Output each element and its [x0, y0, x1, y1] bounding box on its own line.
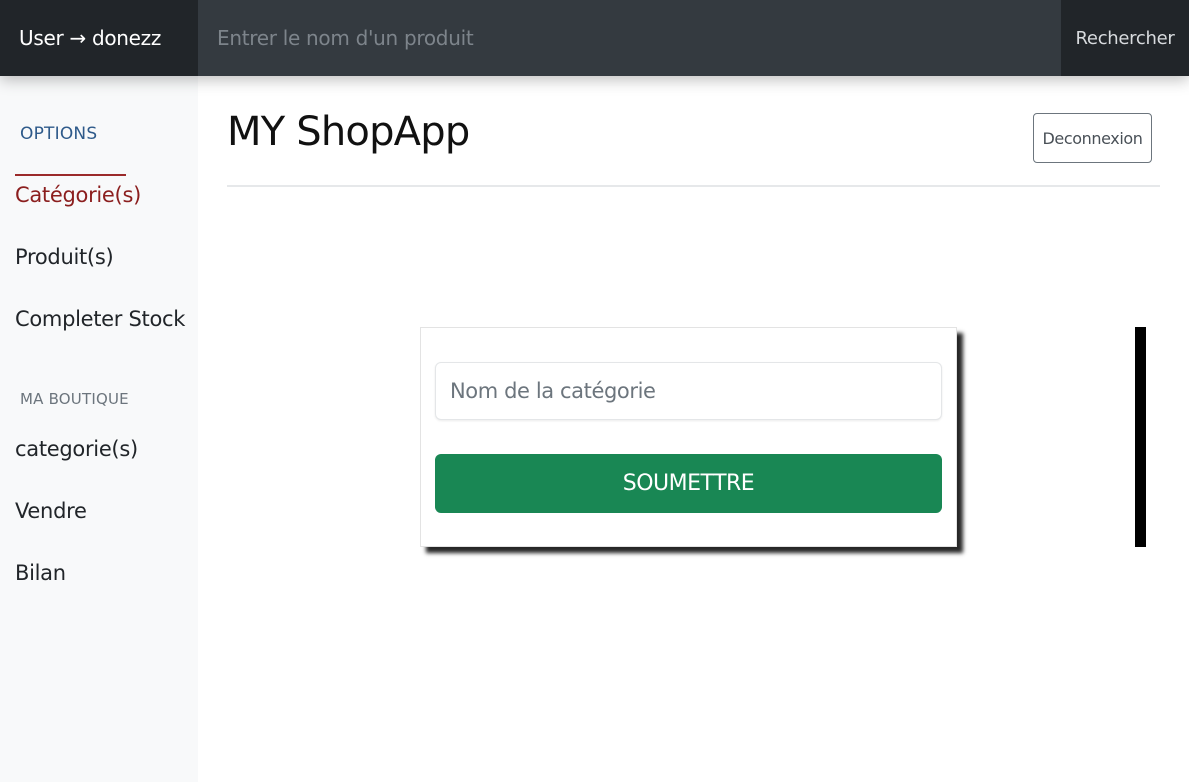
active-item-underline — [15, 174, 126, 176]
sidebar-item-sell[interactable]: Vendre — [15, 499, 87, 523]
category-form-card: SOUMETTRE — [420, 327, 957, 547]
search-button[interactable]: Rechercher — [1061, 0, 1189, 76]
sidebar-heading-shop: MA BOUTIQUE — [20, 390, 129, 408]
sidebar-item-categories[interactable]: Catégorie(s) — [15, 183, 141, 207]
sidebar-item-report[interactable]: Bilan — [15, 561, 66, 585]
sidebar-heading-options: OPTIONS — [20, 124, 98, 144]
logout-button[interactable]: Deconnexion — [1033, 113, 1152, 163]
page-title: MY ShopApp — [227, 109, 470, 155]
sidebar-item-complete-stock[interactable]: Completer Stock — [15, 307, 185, 331]
header-divider — [227, 185, 1160, 187]
sidebar: OPTIONS Catégorie(s) Produit(s) Complete… — [0, 76, 198, 782]
top-navbar: User → donezz Rechercher — [0, 0, 1189, 76]
category-name-input[interactable] — [435, 362, 942, 420]
sidebar-item-shop-categories[interactable]: categorie(s) — [15, 437, 138, 461]
vertical-black-bar — [1135, 327, 1146, 547]
sidebar-item-products[interactable]: Produit(s) — [15, 245, 114, 269]
product-search-input[interactable] — [198, 0, 1061, 76]
user-brand-link[interactable]: User → donezz — [0, 0, 198, 76]
submit-button[interactable]: SOUMETTRE — [435, 454, 942, 513]
